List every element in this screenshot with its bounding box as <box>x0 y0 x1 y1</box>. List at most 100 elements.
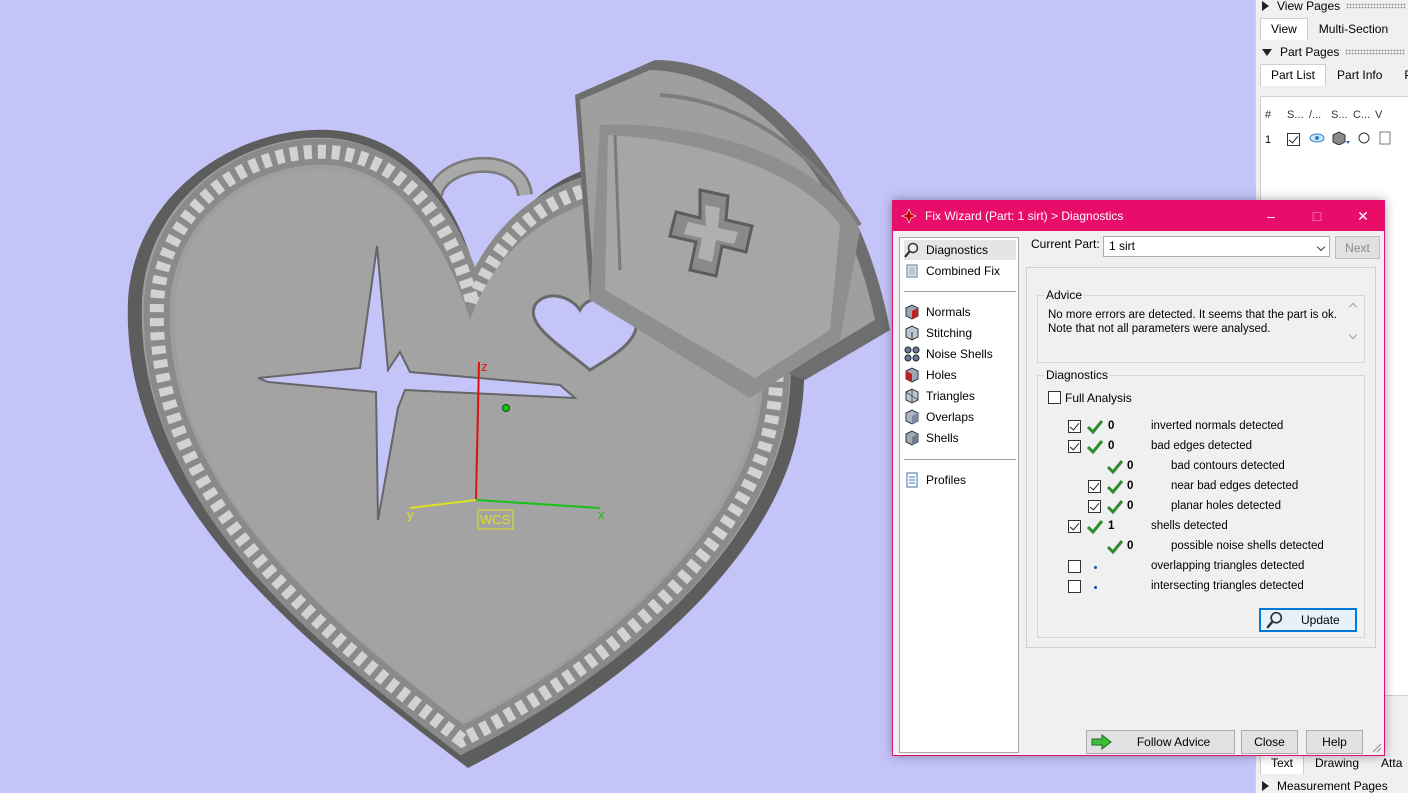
full-analysis-checkbox[interactable] <box>1048 391 1061 404</box>
tab-part-list[interactable]: Part List <box>1260 64 1327 86</box>
table-row[interactable]: 1 <box>1265 131 1395 148</box>
col-shading[interactable]: S... <box>1331 109 1353 121</box>
dialog-title: Fix Wizard (Part: 1 sirt) > Diagnostics <box>925 209 1124 223</box>
triangles-cube-icon <box>905 388 919 404</box>
update-button[interactable]: Update <box>1259 608 1357 632</box>
nav-noise-shells[interactable]: Noise Shells <box>904 344 1016 364</box>
part-pages-section[interactable]: Part Pages <box>1262 43 1406 61</box>
bad-edges-count: 0 <box>1108 440 1115 452</box>
measurement-pages-label: Measurement Pages <box>1277 779 1388 793</box>
nav-diagnostics[interactable]: Diagnostics <box>904 240 1016 260</box>
green-check-icon <box>1086 440 1104 455</box>
cube-shading-icon[interactable] <box>1331 131 1357 148</box>
nav-profiles[interactable]: Profiles <box>904 470 1016 490</box>
full-analysis-label: Full Analysis <box>1065 391 1132 405</box>
nav-triangles[interactable]: Triangles <box>904 386 1016 406</box>
diag-row-near-bad-edges: 0 near bad edges detected <box>1038 477 1368 497</box>
magnifier-icon <box>904 242 919 258</box>
minimize-button[interactable]: – <box>1248 201 1294 231</box>
nav-label: Holes <box>926 368 957 382</box>
bad-contours-count: 0 <box>1127 460 1134 472</box>
pending-dot-icon <box>1094 566 1097 569</box>
part-list-header: # S... /... S... C... V <box>1265 109 1397 121</box>
nav-holes[interactable]: Holes <box>904 365 1016 385</box>
help-button[interactable]: Help <box>1306 730 1363 754</box>
inverted-normals-checkbox[interactable] <box>1068 420 1081 433</box>
row-checkbox[interactable] <box>1287 132 1309 147</box>
planar-holes-checkbox[interactable] <box>1088 500 1101 513</box>
col-v[interactable]: V <box>1375 109 1397 121</box>
planar-holes-count: 0 <box>1127 500 1134 512</box>
normals-cube-icon <box>905 304 919 320</box>
axis-y-label: y <box>407 507 414 522</box>
intersecting-label: intersecting triangles detected <box>1151 580 1304 592</box>
green-check-icon <box>1106 540 1124 555</box>
noise-shells-label: possible noise shells detected <box>1171 540 1324 552</box>
noise-shells-icon <box>904 346 920 362</box>
axis-z-label: z <box>481 359 488 374</box>
green-check-icon <box>1106 500 1124 515</box>
col-visible[interactable]: /... <box>1309 109 1331 121</box>
page-icon[interactable] <box>1379 131 1395 148</box>
resize-grip-icon[interactable] <box>1372 743 1382 753</box>
wizard-icon <box>901 208 917 224</box>
tab-part-more[interactable]: Pa <box>1393 64 1408 86</box>
dialog-titlebar[interactable]: Fix Wizard (Part: 1 sirt) > Diagnostics … <box>893 201 1384 231</box>
near-bad-edges-checkbox[interactable] <box>1088 480 1101 493</box>
follow-advice-button[interactable]: Follow Advice <box>1086 730 1235 754</box>
magnifier-icon <box>1266 611 1283 629</box>
planar-holes-label: planar holes detected <box>1171 500 1281 512</box>
overlapping-checkbox[interactable] <box>1068 560 1081 573</box>
green-check-icon <box>1086 520 1104 535</box>
shells-cube-icon <box>905 430 919 446</box>
diag-row-bad-contours: 0 bad contours detected <box>1038 457 1368 477</box>
tab-part-info[interactable]: Part Info <box>1326 64 1393 86</box>
stitching-cube-icon <box>905 325 919 341</box>
nav-label: Shells <box>926 431 959 445</box>
nav-stitching[interactable]: Stitching <box>904 323 1016 343</box>
nav-label: Stitching <box>926 326 973 340</box>
bad-contours-label: bad contours detected <box>1171 460 1285 472</box>
close-window-button[interactable]: ✕ <box>1340 201 1386 231</box>
current-part-label: Current Part: <box>1031 237 1100 251</box>
close-button[interactable]: Close <box>1241 730 1298 754</box>
col-color[interactable]: C... <box>1353 109 1375 121</box>
tab-view[interactable]: View <box>1260 18 1308 40</box>
full-analysis-row[interactable]: Full Analysis <box>1038 388 1368 408</box>
part-tabs: Part List Part Info Pa <box>1260 64 1408 86</box>
green-arrow-icon <box>1091 734 1112 750</box>
color-circle-icon[interactable] <box>1357 131 1379 148</box>
advice-group: Advice No more errors are detected. It s… <box>1037 288 1365 363</box>
view-pages-section[interactable]: View Pages <box>1262 0 1407 15</box>
col-index[interactable]: # <box>1265 109 1287 121</box>
eye-icon[interactable] <box>1309 132 1331 147</box>
shells-label: shells detected <box>1151 520 1228 532</box>
near-bad-edges-label: near bad edges detected <box>1171 480 1299 492</box>
advice-scrollbar[interactable] <box>1347 300 1361 346</box>
collapse-arrow-icon <box>1262 48 1272 56</box>
overlapping-label: overlapping triangles detected <box>1151 560 1305 572</box>
noise-shells-count: 0 <box>1127 540 1134 552</box>
bad-edges-checkbox[interactable] <box>1068 440 1081 453</box>
shells-checkbox[interactable] <box>1068 520 1081 533</box>
expand-arrow-icon <box>1262 781 1269 791</box>
nav-overlaps[interactable]: Overlaps <box>904 407 1016 427</box>
tab-multi-section[interactable]: Multi-Section <box>1308 18 1399 40</box>
measurement-pages-section[interactable]: Measurement Pages <box>1262 777 1388 793</box>
next-button[interactable]: Next <box>1335 236 1380 259</box>
nav-combined-fix[interactable]: Combined Fix <box>904 261 1016 281</box>
view-tabs: View Multi-Section <box>1260 18 1399 40</box>
pending-dot-icon <box>1094 586 1097 589</box>
diagnostics-group-title: Diagnostics <box>1044 368 1111 382</box>
col-selected[interactable]: S... <box>1287 109 1309 121</box>
nav-normals[interactable]: Normals <box>904 302 1016 322</box>
diag-row-intersecting: intersecting triangles detected <box>1038 577 1368 597</box>
combined-fix-icon <box>906 264 918 278</box>
inverted-normals-count: 0 <box>1108 420 1115 432</box>
intersecting-checkbox[interactable] <box>1068 580 1081 593</box>
current-part-dropdown[interactable]: 1 sirt <box>1103 236 1330 257</box>
profiles-document-icon <box>906 472 918 488</box>
wcs-label: WCS <box>480 512 511 527</box>
maximize-button[interactable]: □ <box>1294 201 1340 231</box>
nav-shells[interactable]: Shells <box>904 428 1016 448</box>
